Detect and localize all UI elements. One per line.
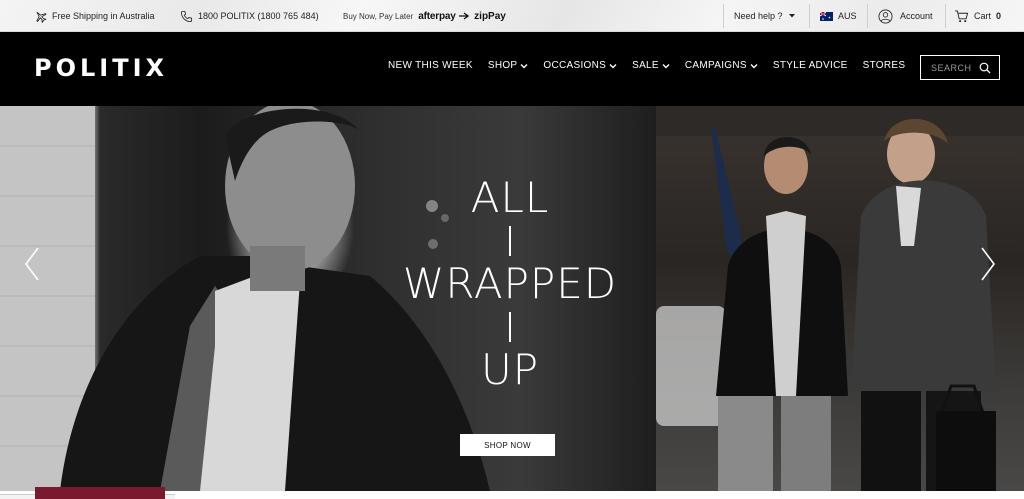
search-box[interactable]: SEARCH (920, 55, 1000, 80)
promo-tab[interactable] (35, 487, 165, 499)
cart-link[interactable]: Cart 0 (954, 0, 1001, 32)
nav-menu: NEW THIS WEEK SHOP OCCASIONS SALE CAMPAI… (388, 60, 905, 71)
afterpay-logo: afterpay (418, 11, 470, 22)
carousel-next-arrow-icon[interactable] (978, 246, 998, 282)
two-models-illustration (656, 106, 1024, 491)
search-icon[interactable] (979, 62, 991, 74)
account-link[interactable]: Account (878, 0, 933, 32)
chevron-down-icon (520, 63, 528, 68)
phone-icon (180, 10, 193, 22)
help-dropdown[interactable]: Need help ? (734, 0, 796, 32)
divider (867, 4, 868, 28)
australia-flag-icon (820, 11, 833, 21)
headline-line-1: ALL (470, 173, 550, 222)
nav-item-new-this-week[interactable]: NEW THIS WEEK (388, 60, 473, 71)
nav-item-style-advice[interactable]: STYLE ADVICE (773, 60, 848, 71)
nav-item-sale[interactable]: SALE (632, 60, 670, 71)
phone-text: 1800 POLITIX (1800 765 484) (198, 11, 319, 21)
politix-logo[interactable]: POLITIX (34, 54, 168, 82)
caret-down-icon (788, 14, 795, 18)
cart-count: 0 (996, 11, 1002, 21)
shop-now-button[interactable]: SHOP NOW (460, 434, 555, 456)
nav-item-occasions[interactable]: OCCASIONS (543, 60, 617, 71)
divider (809, 4, 810, 28)
headline-line-3: UP (480, 345, 540, 394)
afterpay-arrows-icon (459, 12, 470, 20)
main-nav: POLITIX NEW THIS WEEK SHOP OCCASIONS SAL… (0, 32, 1024, 106)
chevron-down-icon (609, 63, 617, 68)
bnpl-info[interactable]: Buy Now, Pay Later afterpay zipPay (343, 0, 506, 32)
headline-line-2: WRAPPED (402, 259, 618, 308)
phone-link[interactable]: 1800 POLITIX (1800 765 484) (180, 0, 319, 32)
nav-item-shop[interactable]: SHOP (488, 60, 529, 71)
airplane-icon (36, 11, 47, 23)
free-shipping-text: Free Shipping in Australia (52, 11, 155, 21)
bnpl-text: Buy Now, Pay Later (343, 11, 414, 21)
cart-icon (955, 9, 969, 22)
nav-item-stores[interactable]: STORES (863, 60, 906, 71)
hero-carousel: ALL WRAPPED UP SHOP NOW (0, 106, 1024, 491)
headline-divider (509, 312, 511, 342)
chevron-down-icon (750, 63, 758, 68)
country-selector[interactable]: AUS (820, 0, 857, 32)
hero-headline: ALL WRAPPED UP (380, 174, 640, 394)
user-icon (878, 9, 893, 23)
account-text: Account (900, 11, 933, 21)
free-shipping[interactable]: Free Shipping in Australia (34, 0, 155, 32)
country-text: AUS (838, 11, 857, 21)
nav-item-campaigns[interactable]: CAMPAIGNS (685, 60, 758, 71)
carousel-prev-arrow-icon[interactable] (22, 246, 42, 282)
cart-text: Cart (974, 11, 992, 21)
divider (723, 4, 724, 28)
divider (945, 4, 946, 28)
utility-bar: Free Shipping in Australia 1800 POLITIX … (0, 0, 1024, 32)
search-placeholder: SEARCH (931, 62, 972, 73)
zippay-logo: zipPay (474, 10, 506, 22)
help-text: Need help ? (734, 11, 783, 21)
hero-image-right (656, 106, 1024, 491)
headline-divider (509, 226, 511, 256)
chevron-down-icon (662, 63, 670, 68)
